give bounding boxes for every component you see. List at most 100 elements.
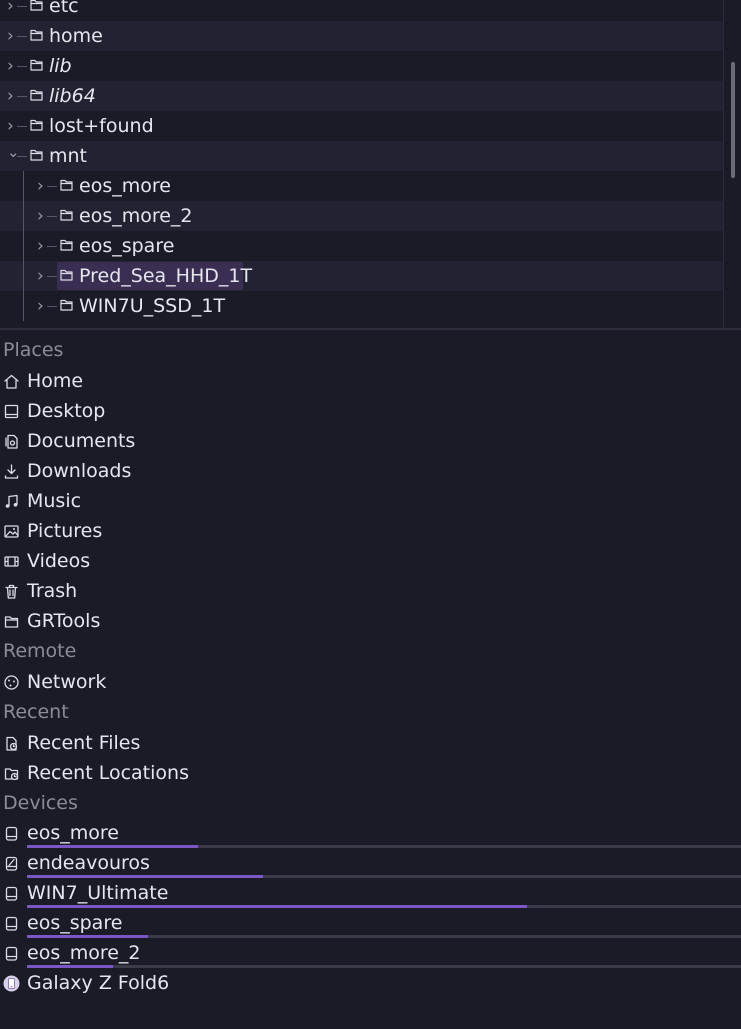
device-item-eos-more-2[interactable]: eos_more_2 xyxy=(0,939,741,969)
tree-branch-line xyxy=(17,6,27,7)
devices-list: eos_more endeavouros WIN7_Ultimate eos_spar… xyxy=(0,819,741,999)
tree-row[interactable]: › etc xyxy=(0,0,723,21)
tree-row[interactable]: › lost+found xyxy=(0,111,723,141)
places-item-downloads[interactable]: Downloads xyxy=(0,456,741,486)
music-icon xyxy=(3,493,20,510)
device-usage-fill xyxy=(27,875,263,878)
places-item-label: Desktop xyxy=(27,400,106,422)
device-item-eos-spare[interactable]: eos_spare xyxy=(0,909,741,939)
device-usage-bar xyxy=(27,845,741,848)
tree-row-label: eos_spare xyxy=(79,235,175,257)
phone-icon xyxy=(3,975,20,992)
tree-row-label: eos_more_2 xyxy=(79,205,193,227)
places-item-label: Trash xyxy=(27,580,78,602)
device-usage-bar xyxy=(27,905,741,908)
recent-item-label: Recent Locations xyxy=(27,762,189,784)
desktop-icon xyxy=(3,403,20,420)
folder-icon xyxy=(30,149,43,161)
folder-icon xyxy=(30,119,43,131)
drive-icon xyxy=(3,825,20,842)
device-usage-fill xyxy=(27,905,527,908)
folder-icon xyxy=(60,269,73,281)
places-item-pictures[interactable]: Pictures xyxy=(0,516,741,546)
tree-row-label: lost+found xyxy=(49,115,154,137)
chevron-down-icon[interactable]: ⌄ xyxy=(7,137,21,167)
tree-row-label: etc xyxy=(49,0,79,17)
trash-icon xyxy=(3,583,20,600)
tree-row-label: home xyxy=(49,25,103,47)
tree-row-label: Pred_Sea_HHD_1T xyxy=(79,265,253,287)
device-usage-bar xyxy=(27,935,741,938)
tree-branch-line xyxy=(47,276,57,277)
folder-icon xyxy=(30,89,43,101)
places-item-label: GRTools xyxy=(27,610,101,632)
tree-guide-line xyxy=(23,171,24,201)
folder-icon xyxy=(30,0,43,11)
videos-icon xyxy=(3,553,20,570)
tree-branch-line xyxy=(17,156,27,157)
tree-row-label: lib xyxy=(49,55,72,77)
panel-divider[interactable] xyxy=(0,328,741,330)
tree-row-label: mnt xyxy=(49,145,87,167)
recent-item-recent-files[interactable]: Recent Files xyxy=(0,728,741,758)
places-item-label: Home xyxy=(27,370,84,392)
chevron-right-icon[interactable]: › xyxy=(7,0,21,21)
drive-icon xyxy=(3,885,20,902)
tree-row[interactable]: › WIN7U_SSD_1T xyxy=(0,291,723,321)
documents-icon xyxy=(3,433,20,450)
tree-branch-line xyxy=(47,306,57,307)
places-item-trash[interactable]: Trash xyxy=(0,576,741,606)
tree-row[interactable]: › eos_spare xyxy=(0,231,723,261)
tree-branch-line xyxy=(47,186,57,187)
remote-heading: Remote xyxy=(3,640,77,662)
drive-icon xyxy=(3,945,20,962)
device-item-label: eos_more_2 xyxy=(27,942,141,964)
places-item-label: Pictures xyxy=(27,520,103,542)
home-icon xyxy=(3,373,20,390)
places-list: Home Desktop Documents Downloads Music Pictur… xyxy=(0,366,741,636)
places-item-videos[interactable]: Videos xyxy=(0,546,741,576)
recent-heading: Recent xyxy=(3,701,69,723)
tree-row[interactable]: › lib64 xyxy=(0,81,723,111)
device-item-endeavouros[interactable]: endeavouros xyxy=(0,849,741,879)
remote-item-label: Network xyxy=(27,671,107,693)
tree-row-label: WIN7U_SSD_1T xyxy=(79,295,226,317)
tree-guide-line xyxy=(23,201,24,231)
tree-row[interactable]: › Pred_Sea_HHD_1T xyxy=(0,261,723,291)
tree-row[interactable]: ⌄ mnt xyxy=(0,141,723,171)
device-usage-fill xyxy=(27,845,199,848)
device-item-label: eos_spare xyxy=(27,912,123,934)
device-item-label: endeavouros xyxy=(27,852,150,874)
places-item-label: Documents xyxy=(27,430,136,452)
tree-branch-line xyxy=(17,66,27,67)
downloads-icon xyxy=(3,463,20,480)
tree-row-label: eos_more xyxy=(79,175,171,197)
tree-row[interactable]: › lib xyxy=(0,51,723,81)
device-item-galaxy-z-fold6[interactable]: Galaxy Z Fold6 xyxy=(0,969,741,999)
device-item-label: WIN7_Ultimate xyxy=(27,882,169,904)
folder-tree: › etc › home › lib › lib64 › lost+found ⌄ mnt › eos_m… xyxy=(0,0,741,328)
remote-item-network[interactable]: Network xyxy=(0,667,741,697)
places-item-label: Videos xyxy=(27,550,91,572)
places-item-documents[interactable]: Documents xyxy=(0,426,741,456)
places-item-desktop[interactable]: Desktop xyxy=(0,396,741,426)
tree-branch-line xyxy=(47,246,57,247)
device-item-win7-ultimate[interactable]: WIN7_Ultimate xyxy=(0,879,741,909)
places-item-grtools[interactable]: GRTools xyxy=(0,606,741,636)
places-item-music[interactable]: Music xyxy=(0,486,741,516)
tree-guide-line xyxy=(23,231,24,261)
tree-row[interactable]: › eos_more xyxy=(0,171,723,201)
device-usage-fill xyxy=(27,965,113,968)
tree-row[interactable]: › home xyxy=(0,21,723,51)
places-panel: Places Home Desktop Documents Downloads Musi… xyxy=(0,335,741,999)
device-item-eos-more[interactable]: eos_more xyxy=(0,819,741,849)
recent-list: Recent Files Recent Locations xyxy=(0,728,741,788)
folder-tree-rows: › etc › home › lib › lib64 › lost+found ⌄ mnt › eos_m… xyxy=(0,0,723,321)
places-item-label: Music xyxy=(27,490,82,512)
tree-scrollbar[interactable] xyxy=(723,0,741,328)
tree-scroll-thumb[interactable] xyxy=(731,62,735,178)
tree-branch-line xyxy=(17,96,27,97)
places-item-home[interactable]: Home xyxy=(0,366,741,396)
tree-row[interactable]: › eos_more_2 xyxy=(0,201,723,231)
recent-item-recent-locations[interactable]: Recent Locations xyxy=(0,758,741,788)
